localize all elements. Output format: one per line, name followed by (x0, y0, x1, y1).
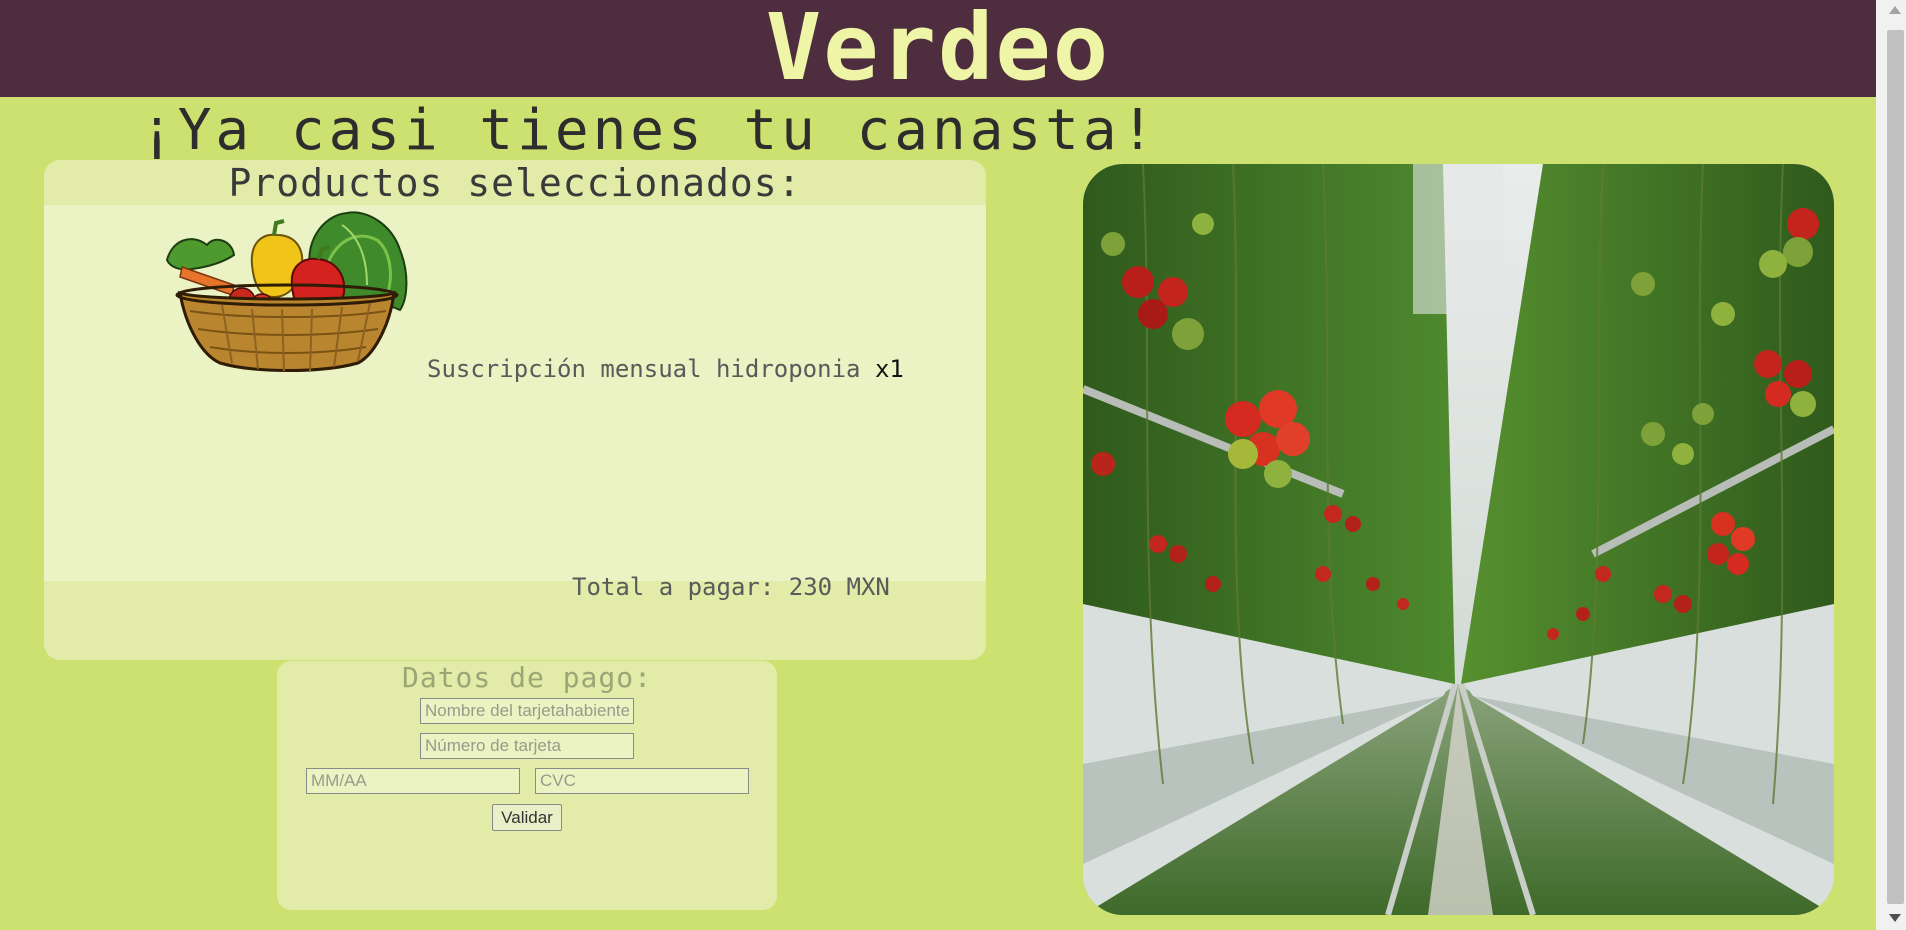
selected-products-panel: Productos seleccionados: Suscripción men… (44, 160, 986, 660)
card-number-input[interactable] (420, 733, 634, 759)
products-list: Suscripción mensual hidroponia x1 Total … (44, 205, 986, 601)
site-header: Verdeo (0, 0, 1876, 97)
page: Verdeo ¡Ya casi tienes tu canasta! Produ… (0, 0, 1876, 930)
validate-button[interactable]: Validar (492, 804, 562, 831)
product-list-item: Suscripción mensual hidroponia x1 (427, 355, 904, 383)
page-title: ¡Ya casi tienes tu canasta! (140, 98, 1159, 163)
greenhouse-tomatoes-photo (1083, 164, 1834, 915)
scrollbar-thumb[interactable] (1887, 30, 1904, 904)
cvc-input[interactable] (535, 768, 749, 794)
product-name: Suscripción mensual hidroponia (427, 355, 861, 383)
scroll-down-icon[interactable] (1889, 914, 1901, 922)
expiry-date-input[interactable] (306, 768, 520, 794)
scroll-up-icon[interactable] (1889, 6, 1901, 14)
payment-title: Datos de pago: (401, 661, 652, 694)
vegetable-basket-image (162, 205, 416, 373)
products-title: Productos seleccionados: (228, 161, 802, 205)
cardholder-name-input[interactable] (420, 698, 634, 724)
brand-logo-text[interactable]: Verdeo (766, 2, 1110, 94)
order-total: Total a pagar: 230 MXN (572, 573, 890, 601)
page-scrollbar[interactable] (1876, 0, 1906, 930)
product-quantity: x1 (874, 355, 904, 383)
payment-form: Datos de pago: Validar (277, 661, 777, 910)
